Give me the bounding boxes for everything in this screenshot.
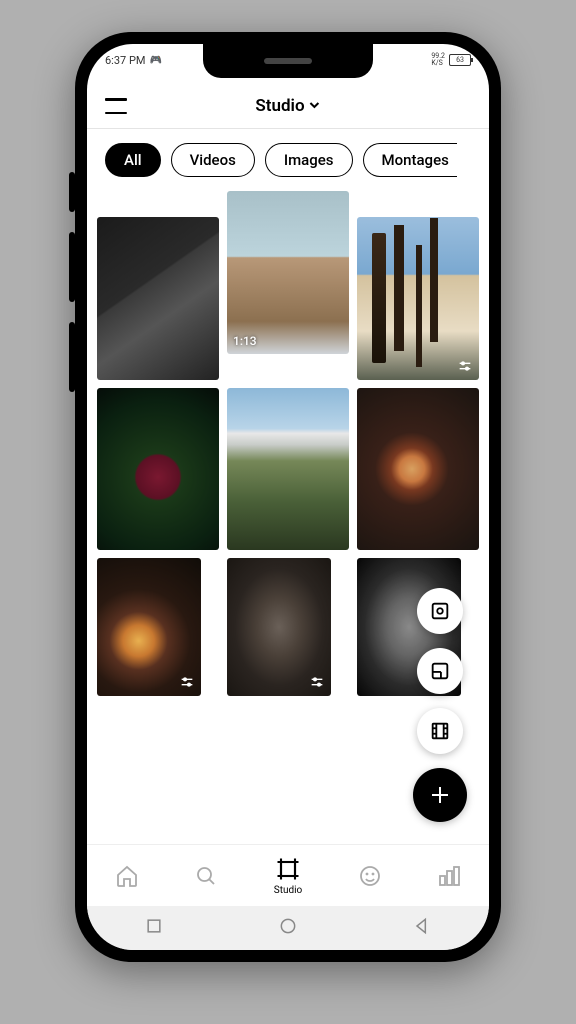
video-duration: 1:13 [233,334,257,348]
screen: 6:37 PM 🎮 99.2 K/S 63 [87,44,489,950]
speaker [264,58,312,64]
fab-stack [413,588,467,822]
phone-frame: 6:37 PM 🎮 99.2 K/S 63 [75,32,501,962]
media-item[interactable] [97,558,201,696]
fab-film[interactable] [417,708,463,754]
volume-button [69,322,75,392]
volume-button [69,232,75,302]
filter-montages[interactable]: Montages [363,143,457,177]
header-title-dropdown[interactable]: Studio [255,96,320,116]
nav-stats[interactable] [437,864,461,888]
fab-add[interactable] [413,768,467,822]
chevron-down-icon [309,99,321,114]
filter-images[interactable]: Images [265,143,353,177]
media-item[interactable] [97,217,219,380]
filter-all[interactable]: All [105,143,161,177]
edit-icon [309,674,325,690]
media-item[interactable]: 1:13 [227,191,349,354]
sys-back[interactable] [412,916,432,940]
nav-search[interactable] [194,864,218,888]
sys-home[interactable] [278,916,298,940]
status-time: 6:37 PM [105,54,145,67]
sys-recent[interactable] [144,916,164,940]
filter-row: All Videos Images Montages [87,129,489,191]
media-item[interactable] [97,388,219,551]
edit-icon [179,674,195,690]
volume-button [69,172,75,212]
system-nav [87,906,489,950]
notch [203,44,373,78]
media-item[interactable] [357,388,479,551]
net-unit: K/S [431,60,445,67]
edit-icon [457,358,473,374]
fab-collage[interactable] [417,648,463,694]
controller-icon: 🎮 [149,55,161,66]
nav-studio-label: Studio [274,885,303,896]
fab-capture[interactable] [417,588,463,634]
app-content: Studio All Videos Images Montages 1:13 [87,84,489,950]
nav-home[interactable] [115,864,139,888]
nav-profile[interactable] [358,864,382,888]
filter-videos[interactable]: Videos [171,143,255,177]
nav-studio[interactable]: Studio [274,855,303,896]
bottom-nav: Studio [87,844,489,906]
media-item[interactable] [357,217,479,380]
media-item[interactable] [227,388,349,551]
menu-icon[interactable] [105,98,127,114]
battery-icon: 63 [449,54,471,66]
app-header: Studio [87,84,489,128]
media-item[interactable] [227,558,331,696]
